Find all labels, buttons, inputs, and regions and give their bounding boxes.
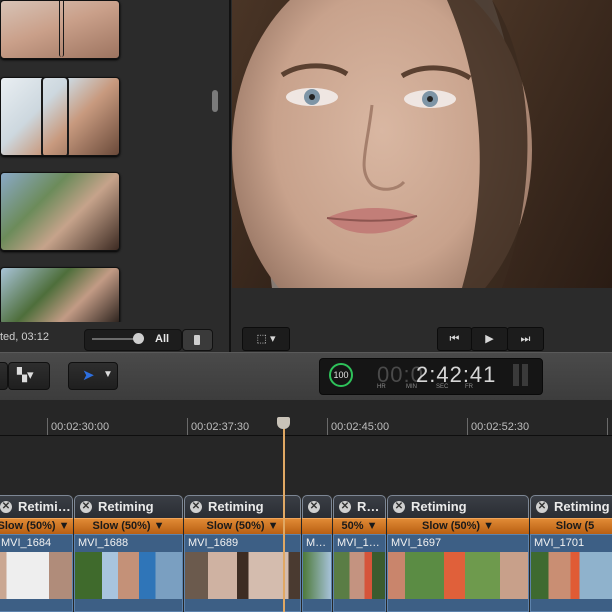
- ruler-tick: [47, 418, 48, 435]
- clip-filmstrip: [75, 552, 182, 599]
- edit-mode-icon: ▚▾: [17, 367, 34, 382]
- retime-speed-bar[interactable]: Slow (5: [530, 518, 612, 534]
- close-icon[interactable]: ✕: [536, 501, 548, 513]
- clip-filmstrip: [388, 552, 528, 599]
- playhead-line[interactable]: [283, 425, 285, 612]
- clip-appearance-button[interactable]: [182, 329, 213, 351]
- retime-label: Retiming: [208, 499, 264, 514]
- zoom-slider-handle[interactable]: [133, 333, 144, 344]
- skip-back-icon: ⏮: [449, 333, 460, 345]
- go-to-start-button[interactable]: ⏮: [437, 327, 472, 351]
- close-icon[interactable]: ✕: [339, 501, 351, 513]
- retime-header[interactable]: ✕ R…: [333, 495, 386, 518]
- ruler-tick: [607, 418, 608, 435]
- clip-name: MVI_1689: [188, 537, 239, 549]
- ruler-tick: [327, 418, 328, 435]
- zoom-all-label[interactable]: All: [155, 333, 169, 345]
- clip-appearance-icon: [194, 335, 200, 345]
- audio-meter-icon: [513, 364, 531, 386]
- clip-filmstrip: [303, 552, 331, 599]
- timeline-clip[interactable]: M…: [302, 534, 332, 612]
- skip-forward-icon: ⏭: [520, 333, 531, 345]
- clip-name: MVI_1688: [78, 537, 129, 549]
- timeline-clip[interactable]: MVI_1688: [74, 534, 183, 612]
- viewer-display-options-button[interactable]: ⬚ ▾: [242, 327, 290, 351]
- clip-filmstrip: [0, 552, 72, 599]
- ruler-tick-label: 00:02:52:30: [471, 421, 530, 433]
- retime-label: Retimi…: [18, 499, 71, 514]
- background-render-indicator: 100: [329, 363, 353, 387]
- timeline-clip[interactable]: MVI_1697: [387, 534, 529, 612]
- browser-clip-thumbnail[interactable]: [0, 0, 120, 59]
- timeline-clip[interactable]: MVI_1…: [333, 534, 386, 612]
- close-icon[interactable]: ✕: [80, 501, 92, 513]
- ruler-tick-label: 00:02:37:30: [191, 421, 250, 433]
- clip-name: MVI_1…: [337, 537, 380, 549]
- overwrite-edit-button[interactable]: ▚▾: [8, 362, 50, 390]
- viewer-video-frame: [232, 0, 612, 288]
- retime-label: Retiming: [411, 499, 467, 514]
- clip-name: M…: [306, 537, 327, 549]
- skimmer-frame: [41, 78, 69, 155]
- retime-header[interactable]: ✕ Retiming: [387, 495, 529, 518]
- timeline-clip[interactable]: MVI_1701: [530, 534, 612, 612]
- retime-speed-bar[interactable]: 50% ▼: [333, 518, 386, 534]
- close-icon[interactable]: ✕: [308, 501, 320, 513]
- select-tool-button[interactable]: ➤ ▼: [68, 362, 118, 390]
- retime-label: Retiming: [98, 499, 154, 514]
- clip-name: MVI_1701: [534, 537, 585, 549]
- play-button[interactable]: ▶: [471, 327, 508, 351]
- timecode-unit-hr: HR: [377, 384, 386, 390]
- browser-clip-thumbnail[interactable]: [0, 267, 120, 325]
- close-icon[interactable]: ✕: [0, 501, 12, 513]
- browser-scrollbar[interactable]: [212, 90, 218, 112]
- display-options-icon: ⬚ ▾: [256, 333, 276, 345]
- retime-speed-bar[interactable]: [302, 518, 332, 534]
- timecode-unit-min: MIN: [406, 384, 417, 390]
- timecode-unit-sec: SEC: [436, 384, 449, 390]
- chevron-down-icon: ▼: [103, 369, 113, 380]
- close-icon[interactable]: ✕: [190, 501, 202, 513]
- browser-clip-thumbnail[interactable]: [0, 77, 120, 156]
- retime-speed-bar[interactable]: Slow (50%) ▼: [387, 518, 529, 534]
- browser-status-text: ted, 03:12: [0, 331, 49, 343]
- clip-name: MVI_1697: [391, 537, 442, 549]
- ruler-tick-label: 00:02:45:00: [331, 421, 390, 433]
- playhead-handle[interactable]: [277, 417, 290, 429]
- play-icon: ▶: [485, 333, 494, 345]
- retime-label: R…: [357, 499, 380, 514]
- clip-filmstrip: [334, 552, 385, 599]
- ruler-tick-label: 00:02:30:00: [51, 421, 110, 433]
- go-to-end-button[interactable]: ⏭: [507, 327, 544, 351]
- ruler-tick: [467, 418, 468, 435]
- edit-button-left[interactable]: [0, 362, 8, 390]
- retime-speed-bar[interactable]: Slow (50%) ▼: [74, 518, 183, 534]
- arrow-pointer-icon: ➤: [82, 367, 95, 384]
- retime-speed-bar[interactable]: Slow (50%) ▼: [0, 518, 73, 534]
- retime-header[interactable]: ✕ Retiming: [74, 495, 183, 518]
- ruler-tick: [187, 418, 188, 435]
- viewer-portrait-image: [232, 0, 612, 288]
- timeline-clip[interactable]: MVI_1684: [0, 534, 73, 612]
- clip-filmstrip: [531, 552, 612, 599]
- timecode-value: 2:42:41: [416, 362, 497, 387]
- clip-name: MVI_1684: [1, 537, 52, 549]
- retime-header[interactable]: ✕ Retimi…: [0, 495, 73, 518]
- close-icon[interactable]: ✕: [393, 501, 405, 513]
- timecode-unit-fr: FR: [465, 384, 473, 390]
- retime-label: Retiming: [554, 499, 610, 514]
- retime-header[interactable]: ✕: [302, 495, 332, 518]
- browser-clip-thumbnail[interactable]: [0, 172, 120, 251]
- retime-header[interactable]: ✕ Retiming: [530, 495, 612, 518]
